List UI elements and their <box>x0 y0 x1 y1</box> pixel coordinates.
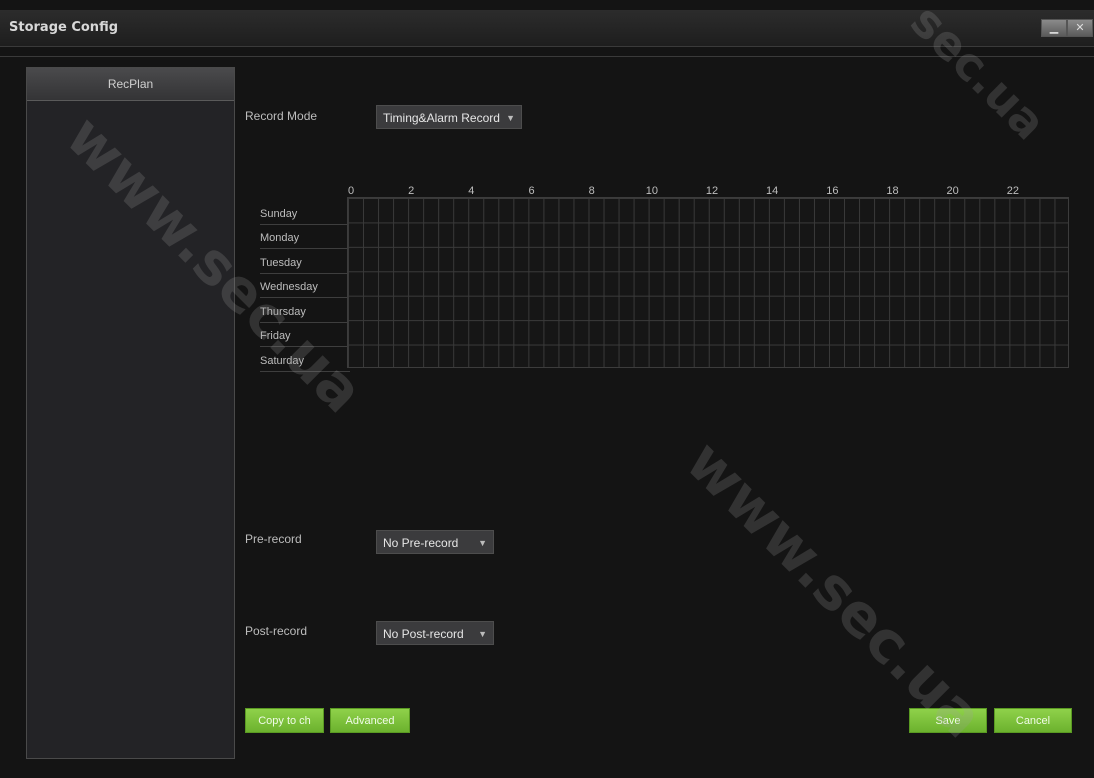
pre-record-value: No Pre-record <box>383 536 459 550</box>
post-record-value: No Post-record <box>383 627 464 641</box>
record-mode-label: Record Mode <box>245 109 318 123</box>
hour-label: 6 <box>528 185 535 197</box>
divider <box>0 56 1094 57</box>
hour-label: 14 <box>766 185 779 197</box>
chevron-down-icon: ▼ <box>478 538 487 548</box>
record-mode-select[interactable]: Timing&Alarm Record ▼ <box>376 105 522 129</box>
day-label: Tuesday <box>260 254 350 274</box>
hour-label: 18 <box>886 185 899 197</box>
day-label: Monday <box>260 229 350 250</box>
sidebar: RecPlan <box>26 67 235 759</box>
post-record-label: Post-record <box>245 624 308 638</box>
hour-label: 10 <box>645 185 658 197</box>
hour-label: 12 <box>705 185 719 197</box>
hour-label: 2 <box>408 185 415 197</box>
day-label: Thursday <box>260 303 350 323</box>
cancel-button[interactable]: Cancel <box>994 708 1072 733</box>
sidebar-item-recplan[interactable]: RecPlan <box>27 68 234 101</box>
chevron-down-icon: ▼ <box>478 629 487 639</box>
hour-label: 16 <box>826 185 839 197</box>
minimize-icon[interactable]: ▁ <box>1041 19 1067 37</box>
advanced-button[interactable]: Advanced <box>330 708 410 733</box>
day-label: Friday <box>260 327 350 348</box>
schedule-grid[interactable] <box>347 197 1069 368</box>
copy-to-ch-button[interactable]: Copy to ch <box>245 708 324 733</box>
record-mode-value: Timing&Alarm Record <box>383 111 500 125</box>
hour-label: 22 <box>1006 185 1019 197</box>
day-label: Saturday <box>260 352 350 372</box>
pre-record-label: Pre-record <box>245 532 302 546</box>
record-schedule: 0 2 4 6 8 10 12 14 16 18 20 22 Sunday Monday Tuesday W… <box>256 183 1070 372</box>
save-button[interactable]: Save <box>909 708 987 733</box>
hour-label: 0 <box>347 185 355 197</box>
chevron-down-icon: ▼ <box>506 113 515 123</box>
post-record-select[interactable]: No Post-record ▼ <box>376 621 494 645</box>
hour-label: 4 <box>468 185 475 197</box>
watermark-right: www.sec.ua <box>673 427 997 751</box>
window-title: Storage Config <box>9 20 119 35</box>
hour-label: 8 <box>588 185 595 197</box>
pre-record-select[interactable]: No Pre-record ▼ <box>376 530 494 554</box>
hour-label: 20 <box>946 185 959 197</box>
day-label: Wednesday <box>260 278 350 299</box>
window-titlebar: Storage Config ▁ ✕ <box>0 10 1094 47</box>
day-label: Sunday <box>260 205 350 225</box>
close-icon[interactable]: ✕ <box>1067 19 1093 37</box>
